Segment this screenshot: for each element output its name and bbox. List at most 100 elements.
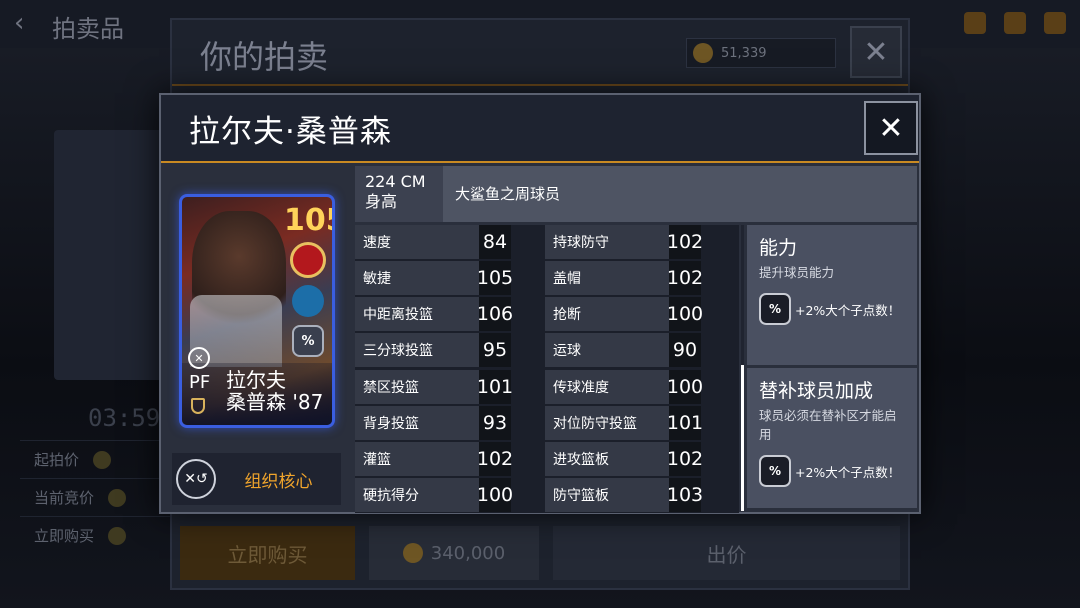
playmaker-icon: ✕↺ bbox=[176, 459, 216, 499]
ball-icon[interactable] bbox=[964, 12, 986, 34]
cart-icon[interactable] bbox=[1004, 12, 1026, 34]
stat-name: 三分球投篮 bbox=[355, 333, 479, 367]
stat-row: 盖帽 102 bbox=[545, 261, 703, 295]
stat-row: 速度 84 bbox=[355, 225, 511, 259]
stat-name: 防守篮板 bbox=[545, 478, 669, 512]
stat-value: 84 bbox=[479, 225, 511, 259]
start-price-label: 起拍价 bbox=[34, 451, 80, 469]
scrollbar-thumb[interactable] bbox=[741, 365, 744, 511]
team-logo-icon bbox=[290, 242, 326, 278]
stat-row: 三分球投篮 95 bbox=[355, 333, 511, 367]
stats-table: 速度 84 敏捷 105 中距离投篮 106 三分球投篮 95 禁区投篮 101 背身投篮… bbox=[355, 225, 739, 513]
height-value: 224 CM bbox=[365, 172, 426, 191]
ability-effect-text: +2%大个子点数！ bbox=[795, 302, 901, 318]
stat-value: 102 bbox=[667, 261, 703, 295]
price-info-list: 起拍价 当前竞价 立即购买 bbox=[20, 440, 170, 554]
buy-now-button[interactable]: 立即购买 bbox=[180, 526, 355, 580]
stat-row: 抢断 100 bbox=[545, 297, 703, 331]
top-icons bbox=[964, 12, 1066, 34]
stat-row: 运球 90 bbox=[545, 333, 701, 367]
stat-name: 敏捷 bbox=[355, 261, 479, 295]
page-title: 拍卖品 bbox=[52, 15, 124, 43]
current-bid-row: 当前竞价 bbox=[20, 478, 170, 516]
award-label: 大鲨鱼之周球员 bbox=[455, 185, 561, 203]
stat-name: 灌篮 bbox=[355, 442, 479, 476]
stat-name: 传球准度 bbox=[545, 370, 669, 404]
coin-icon bbox=[93, 450, 112, 469]
stat-name: 持球防守 bbox=[545, 225, 669, 259]
stat-value: 95 bbox=[479, 333, 511, 367]
home-icon[interactable] bbox=[1044, 12, 1066, 34]
stat-value: 102 bbox=[477, 442, 513, 476]
coin-icon bbox=[402, 543, 423, 563]
stat-row: 背身投篮 93 bbox=[355, 406, 511, 440]
dialog-header: 拉尔夫·桑普森 bbox=[161, 95, 919, 163]
buy-now-price: 340,000 bbox=[369, 526, 539, 580]
stat-row: 硬抗得分 100 bbox=[355, 478, 513, 512]
big-man-boost-icon: % bbox=[759, 293, 791, 325]
stat-name: 运球 bbox=[545, 333, 669, 367]
coin-icon bbox=[108, 488, 127, 507]
coin-icon bbox=[108, 526, 127, 545]
boost-badge-icon: % bbox=[292, 325, 324, 357]
auction-title: 你的拍卖 bbox=[200, 38, 329, 76]
playstyle-mini-icon: ✕ bbox=[188, 347, 210, 369]
overall-rating: 105 bbox=[284, 203, 332, 238]
background-player-card bbox=[54, 130, 172, 380]
ability-subtitle: 球员必须在替补区才能启用 bbox=[759, 408, 897, 442]
big-man-boost-icon: % bbox=[759, 455, 791, 487]
auction-timer: 03:59 bbox=[88, 404, 161, 432]
stat-row: 禁区投篮 101 bbox=[355, 370, 513, 404]
back-arrow-icon[interactable]: ‹ bbox=[14, 8, 24, 38]
buy-now-price-label: 立即购买 bbox=[34, 527, 95, 545]
buy-now-row: 立即购买 bbox=[20, 516, 170, 554]
coin-balance: 51,339 bbox=[686, 38, 836, 68]
current-bid-label: 当前竞价 bbox=[34, 489, 95, 507]
stat-name: 速度 bbox=[355, 225, 479, 259]
close-button[interactable]: ✕ bbox=[864, 101, 918, 155]
ability-effect: % +2%大个子点数！ bbox=[759, 293, 905, 325]
height-box: 224 CM 身高 bbox=[355, 166, 443, 222]
stat-value: 106 bbox=[477, 297, 513, 331]
stat-row: 防守篮板 103 bbox=[545, 478, 703, 512]
player-position: PF bbox=[189, 372, 211, 393]
playstyle-box: ✕↺ 组织核心 bbox=[172, 453, 341, 505]
ability-title: 替补球员加成 bbox=[759, 380, 874, 402]
abilities-scrollbar[interactable] bbox=[741, 225, 744, 511]
stat-name: 盖帽 bbox=[545, 261, 669, 295]
stat-name: 中距离投篮 bbox=[355, 297, 479, 331]
player-card: 105 % ✕ PF 拉尔夫 桑普森 '87 bbox=[179, 194, 335, 428]
ability-title: 能力 bbox=[759, 237, 798, 259]
playstyle-label: 组织核心 bbox=[244, 471, 313, 492]
start-price-row: 起拍价 bbox=[20, 440, 170, 478]
close-icon: ✕ bbox=[878, 110, 904, 146]
auction-header: 你的拍卖 51,339 ✕ bbox=[172, 20, 908, 86]
stat-name: 进攻篮板 bbox=[545, 442, 669, 476]
card-name-line1: 拉尔夫 bbox=[226, 368, 286, 392]
stat-value: 100 bbox=[667, 297, 703, 331]
stat-row: 进攻篮板 102 bbox=[545, 442, 703, 476]
bid-button[interactable]: 出价 bbox=[553, 526, 900, 580]
stat-value: 100 bbox=[667, 370, 703, 404]
auction-close-button[interactable]: ✕ bbox=[850, 26, 902, 78]
ability-subtitle: 提升球员能力 bbox=[759, 265, 835, 280]
player-detail-dialog: 拉尔夫·桑普森 ✕ 105 % ✕ PF 拉尔夫 桑普森 '87 ✕↺ 组织核心… bbox=[159, 93, 921, 514]
stat-name: 硬抗得分 bbox=[355, 478, 479, 512]
height-label: 身高 bbox=[365, 192, 398, 211]
height-row: 224 CM 身高 大鲨鱼之周球员 bbox=[355, 166, 917, 222]
stat-value: 93 bbox=[479, 406, 511, 440]
stat-row: 传球准度 100 bbox=[545, 370, 703, 404]
card-name-line2: 桑普森 '87 bbox=[226, 390, 324, 414]
stat-row: 对位防守投篮 101 bbox=[545, 406, 703, 440]
stat-value: 101 bbox=[667, 406, 703, 440]
ability-effect-text: +2%大个子点数！ bbox=[795, 464, 901, 480]
ability-card: 能力 提升球员能力 % +2%大个子点数！ bbox=[747, 225, 917, 365]
bench-boost-card: 替补球员加成 球员必须在替补区才能启用 % +2%大个子点数！ bbox=[747, 368, 917, 508]
stat-value: 101 bbox=[477, 370, 513, 404]
stat-row: 持球防守 102 bbox=[545, 225, 703, 259]
stat-row: 中距离投篮 106 bbox=[355, 297, 513, 331]
shield-icon bbox=[191, 398, 205, 414]
stat-name: 背身投篮 bbox=[355, 406, 479, 440]
event-badge-icon bbox=[292, 285, 324, 317]
stat-value: 100 bbox=[477, 478, 513, 512]
